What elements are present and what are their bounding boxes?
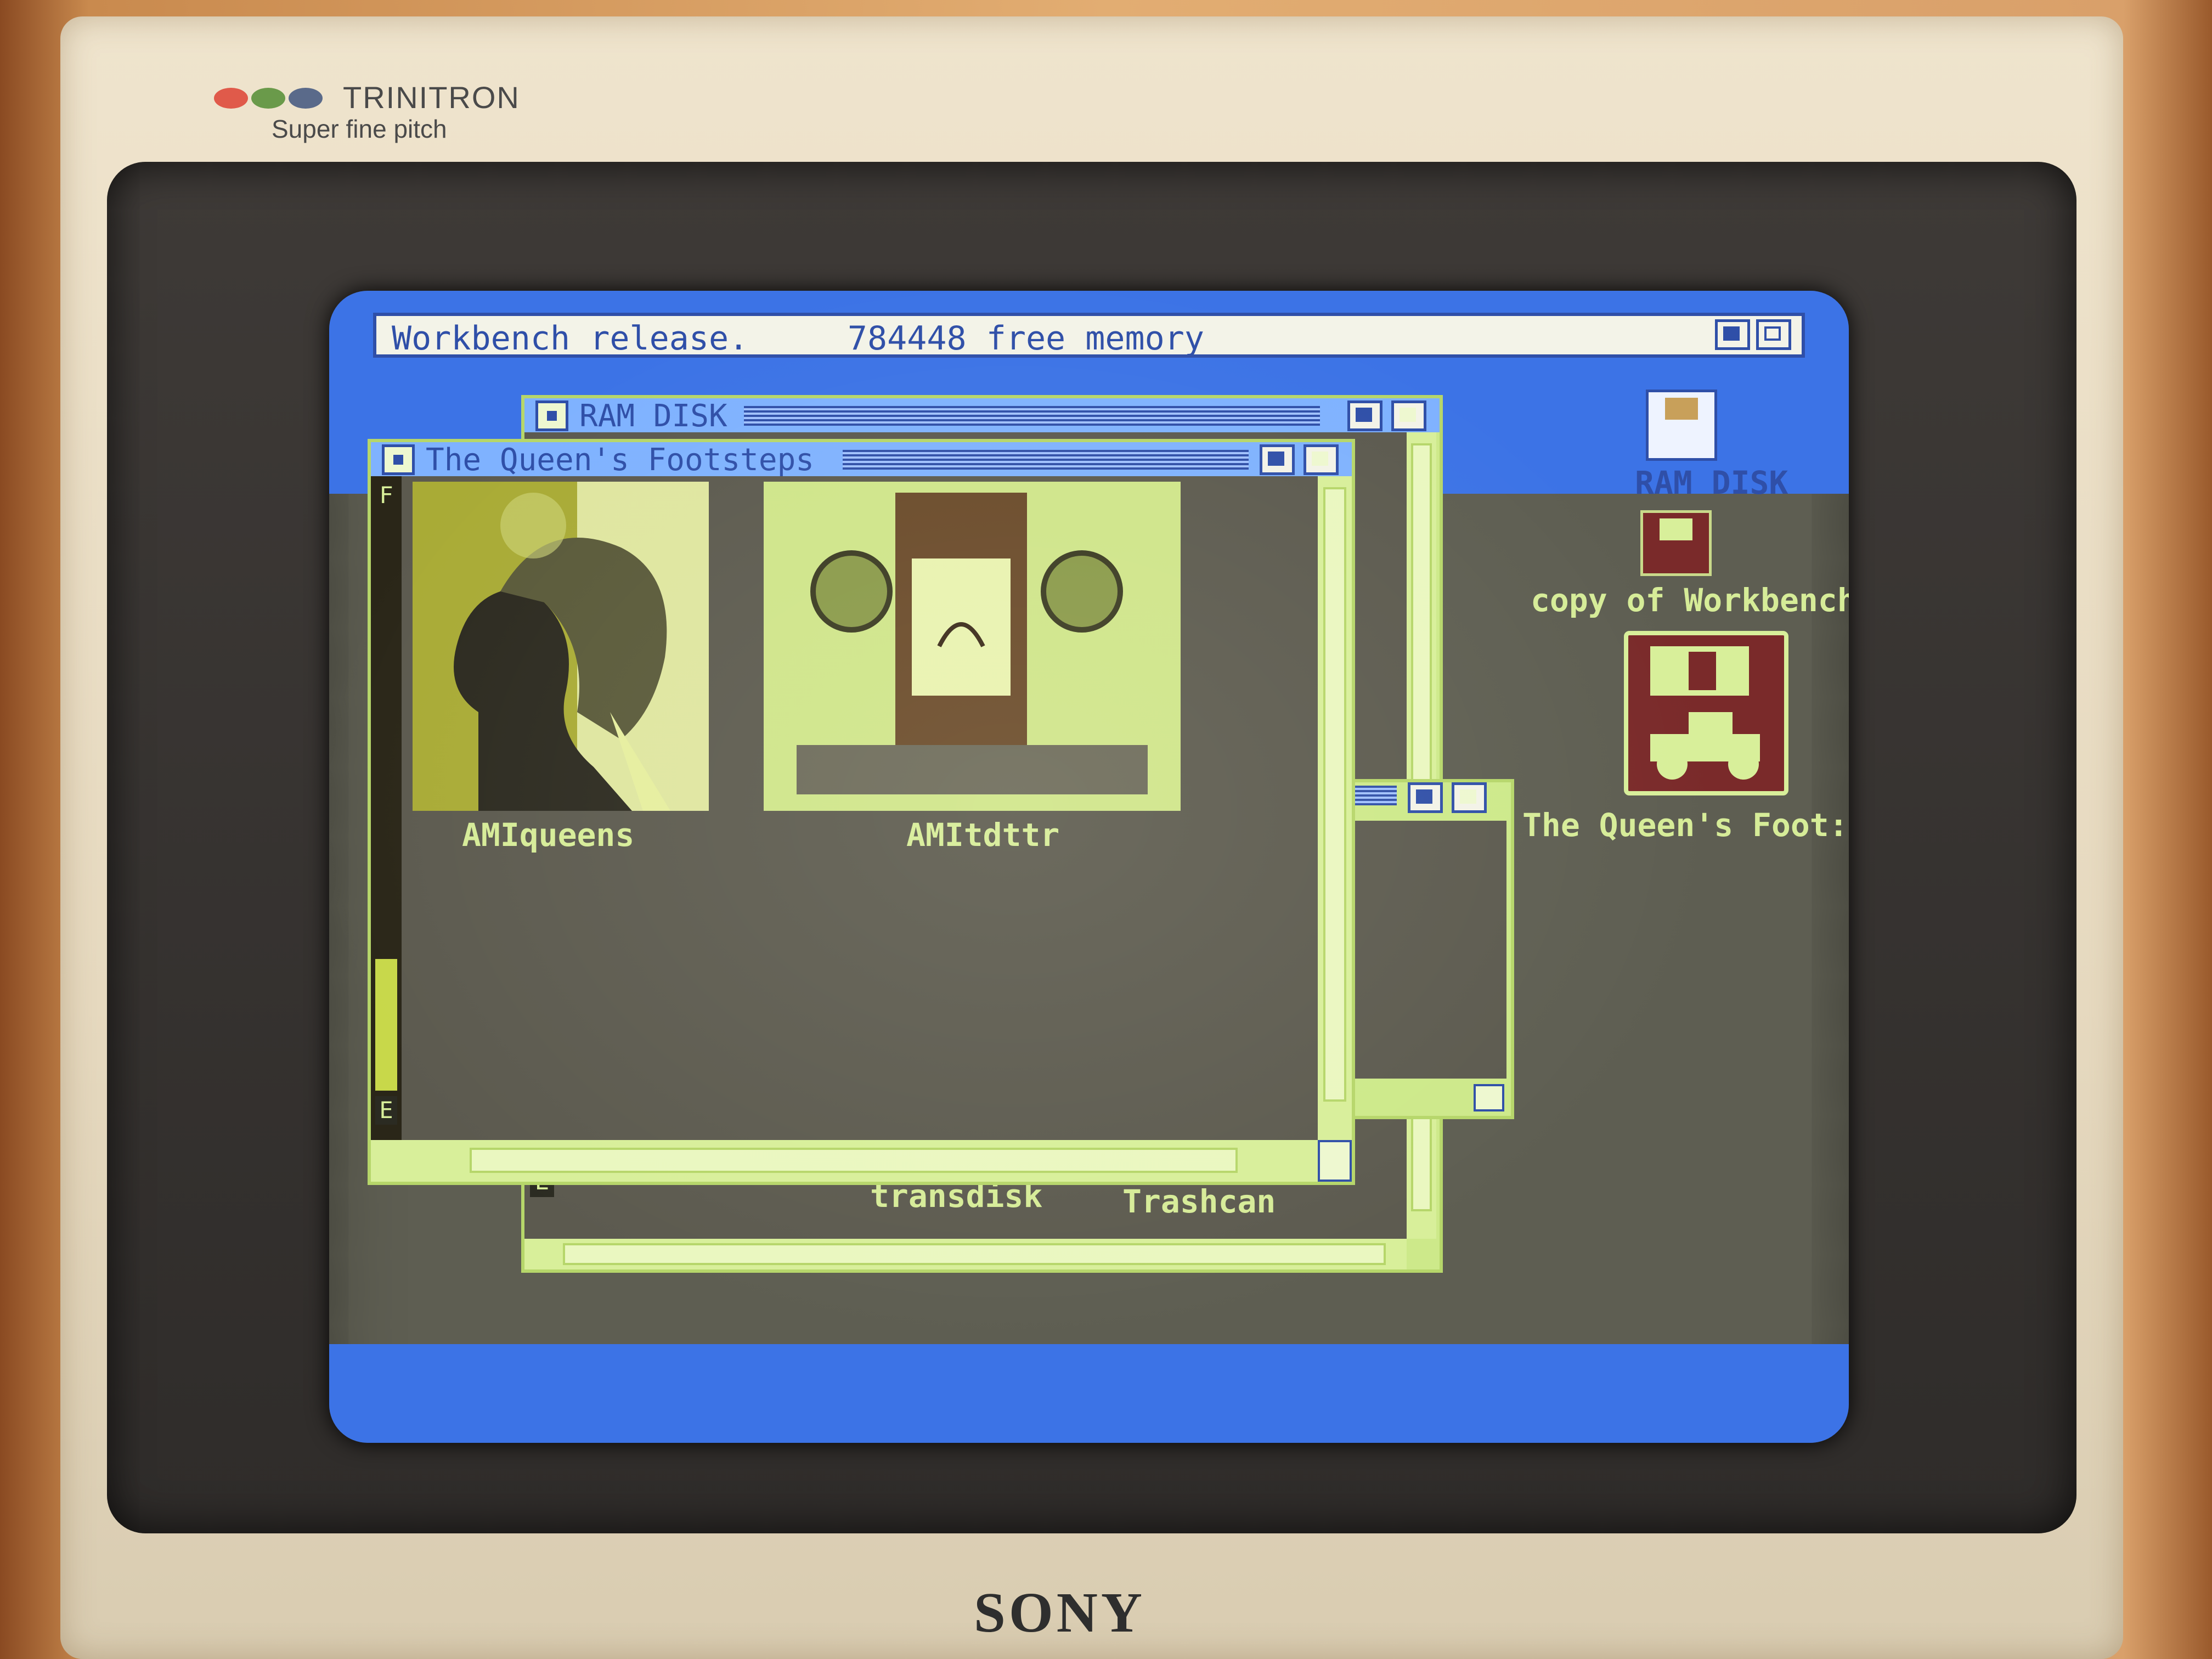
- resize-gadget-icon[interactable]: [1318, 1140, 1352, 1182]
- drawer-depth-back-icon[interactable]: [1408, 782, 1443, 813]
- blue-light-icon: [289, 88, 323, 109]
- workbench-screen-bottom: [329, 1344, 1849, 1443]
- queens-horizontal-scrollbar[interactable]: [371, 1140, 1318, 1182]
- vintage-car-icon: [1650, 712, 1760, 780]
- drawer-window[interactable]: [1333, 779, 1514, 1119]
- drawer-contents: [1336, 821, 1506, 1079]
- trashcan-icon-label[interactable]: Trashcan: [1122, 1183, 1276, 1220]
- queens-window-title: The Queen's Footsteps: [426, 442, 815, 478]
- vertical-scroll-knob[interactable]: [1323, 487, 1346, 1102]
- amiqueens-icon[interactable]: [413, 482, 709, 811]
- pitch-label: Super fine pitch: [272, 115, 447, 143]
- window-depth-front-icon[interactable]: [1391, 400, 1426, 431]
- workbench-title: Workbench release. 784448 free memory: [392, 319, 1205, 358]
- green-light-icon: [251, 88, 285, 109]
- red-light-icon: [214, 88, 248, 109]
- horizontal-scroll-knob[interactable]: [563, 1243, 1386, 1265]
- close-gadget-icon[interactable]: [535, 400, 568, 431]
- close-gadget-icon[interactable]: [382, 444, 415, 475]
- window-depth-front-icon[interactable]: [1304, 444, 1339, 475]
- window-depth-back-icon[interactable]: [1347, 400, 1383, 431]
- ram-disk-icon-label[interactable]: RAM DISK: [1635, 464, 1788, 501]
- ram-disk-icon[interactable]: [1646, 390, 1717, 461]
- crt-screen: Workbench release. 784448 free memory RA…: [329, 291, 1849, 1443]
- screen-depth-front-icon[interactable]: [1756, 319, 1791, 350]
- trinitron-label: TRINITRON: [343, 80, 520, 115]
- queens-contents: AMIqueens AMItdttr: [402, 476, 1318, 1140]
- horizontal-scroll-knob[interactable]: [470, 1148, 1238, 1173]
- queens-foot-disk-icon[interactable]: [1624, 631, 1788, 795]
- drag-bar[interactable]: [744, 406, 1320, 426]
- queens-foot-label[interactable]: The Queen's Foot:: [1522, 806, 1848, 844]
- drawer-depth-front-icon[interactable]: [1452, 782, 1487, 813]
- copy-of-workbench-label[interactable]: copy of Workbench: [1531, 582, 1849, 619]
- queens-vertical-scrollbar[interactable]: [1318, 476, 1352, 1140]
- mirror-picture-icon: [764, 482, 1181, 811]
- queen-profile-icon: [413, 482, 709, 811]
- side-fill: [375, 959, 397, 1091]
- queens-title-bar[interactable]: The Queen's Footsteps: [371, 442, 1352, 478]
- copy-of-workbench-disk-icon[interactable]: [1640, 510, 1712, 576]
- drag-bar[interactable]: [843, 450, 1249, 470]
- f-gadget[interactable]: F: [375, 482, 397, 509]
- trinitron-logo-lights: [214, 88, 326, 111]
- e-gadget[interactable]: E: [375, 1096, 397, 1125]
- ram-disk-horizontal-scrollbar[interactable]: [524, 1239, 1407, 1269]
- left-side-bar: F E: [371, 476, 402, 1140]
- window-depth-back-icon[interactable]: [1260, 444, 1295, 475]
- ram-disk-title-bar[interactable]: RAM DISK: [524, 398, 1440, 434]
- amitdttr-icon[interactable]: [764, 482, 1181, 811]
- screen-depth-back-icon[interactable]: [1715, 319, 1750, 350]
- amitdttr-label[interactable]: AMItdttr: [906, 816, 1059, 854]
- workbench-title-bar[interactable]: Workbench release. 784448 free memory: [373, 313, 1805, 358]
- resize-gadget-icon[interactable]: [1474, 1084, 1504, 1111]
- ram-disk-title: RAM DISK: [579, 398, 727, 434]
- queens-footsteps-window[interactable]: The Queen's Footsteps F E AMIqueens AMIt…: [368, 439, 1355, 1185]
- sony-logo: SONY: [974, 1581, 1146, 1644]
- amiqueens-label[interactable]: AMIqueens: [462, 816, 634, 854]
